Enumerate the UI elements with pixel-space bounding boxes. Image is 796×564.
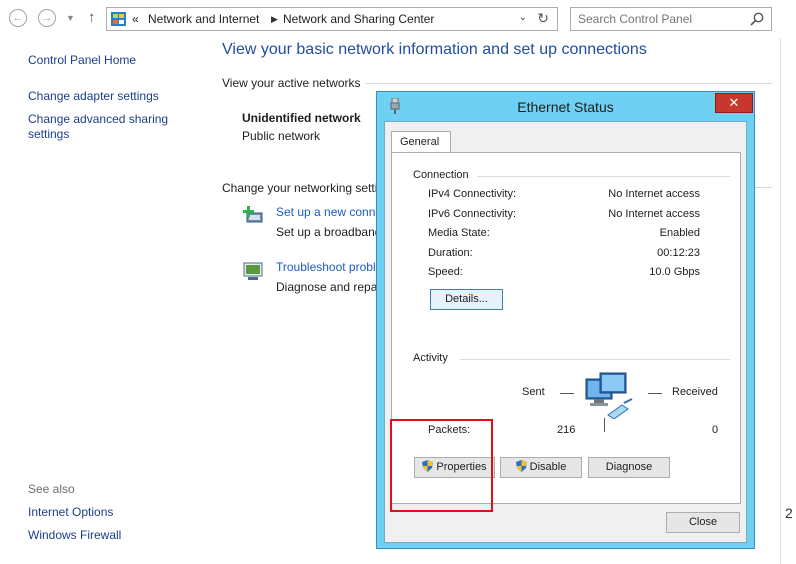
disable-button-label: Disable bbox=[529, 461, 567, 473]
control-panel-window: ← → ▼ ↑ « Network and Internet ▶ Network… bbox=[0, 0, 796, 564]
activity-separator bbox=[604, 418, 605, 432]
activity-group-line bbox=[460, 359, 730, 360]
breadcrumb-overflow-chevron[interactable]: « bbox=[132, 12, 139, 26]
troubleshoot-icon[interactable] bbox=[242, 260, 264, 282]
media-state-value: Enabled bbox=[659, 227, 700, 239]
search-box[interactable] bbox=[570, 7, 772, 31]
activity-group-label: Activity bbox=[413, 352, 448, 364]
up-button[interactable]: ↑ bbox=[88, 9, 96, 27]
disable-button[interactable]: Disable bbox=[500, 457, 582, 478]
address-dropdown-icon[interactable]: ⌄ bbox=[519, 12, 527, 23]
control-panel-icon bbox=[111, 12, 126, 26]
troubleshoot-problems-link[interactable]: Troubleshoot probl bbox=[276, 260, 376, 274]
change-adapter-settings-link[interactable]: Change adapter settings bbox=[28, 89, 159, 104]
ipv6-connectivity-value: No Internet access bbox=[608, 208, 700, 220]
control-panel-home-link[interactable]: Control Panel Home bbox=[28, 53, 136, 68]
connection-group-label: Connection bbox=[413, 169, 469, 181]
new-connection-icon[interactable] bbox=[242, 204, 264, 226]
navigation-bar: ← → ▼ ↑ « Network and Internet ▶ Network… bbox=[0, 0, 796, 38]
speed-label: Speed: bbox=[428, 266, 463, 278]
received-dash bbox=[648, 393, 662, 394]
speed-value: 10.0 Gbps bbox=[649, 266, 700, 278]
uac-shield-icon bbox=[515, 460, 527, 472]
background-edge-text: 2 bbox=[785, 505, 793, 521]
address-bar[interactable]: « Network and Internet ▶ Network and Sha… bbox=[106, 7, 558, 31]
duration-label: Duration: bbox=[428, 247, 473, 259]
search-input[interactable] bbox=[571, 8, 741, 30]
forward-button[interactable]: → bbox=[38, 9, 56, 27]
section-divider bbox=[366, 83, 772, 84]
tab-general[interactable]: General bbox=[391, 131, 451, 153]
highlight-box bbox=[390, 419, 493, 512]
details-button[interactable]: Details... bbox=[430, 289, 503, 310]
ipv6-connectivity-label: IPv6 Connectivity: bbox=[428, 208, 517, 220]
diagnose-button[interactable]: Diagnose bbox=[588, 457, 670, 478]
windows-firewall-link[interactable]: Windows Firewall bbox=[28, 528, 121, 543]
breadcrumb-network-and-internet[interactable]: Network and Internet bbox=[148, 12, 259, 26]
close-icon[interactable]: ✕ bbox=[715, 93, 753, 113]
search-icon[interactable] bbox=[749, 11, 765, 27]
breadcrumb-network-and-sharing-center[interactable]: Network and Sharing Center bbox=[283, 12, 434, 26]
active-networks-heading: View your active networks bbox=[222, 76, 361, 90]
packets-sent-value: 216 bbox=[557, 424, 576, 436]
window-right-edge bbox=[780, 38, 796, 564]
network-name: Unidentified network bbox=[242, 111, 361, 125]
ipv4-connectivity-value: No Internet access bbox=[608, 188, 700, 200]
see-also-heading: See also bbox=[28, 482, 75, 496]
set-up-new-connection-link[interactable]: Set up a new conne bbox=[276, 205, 382, 219]
set-up-new-connection-description: Set up a broadband bbox=[276, 225, 382, 239]
recent-pages-chevron-icon[interactable]: ▼ bbox=[66, 9, 75, 27]
page-title: View your basic network information and … bbox=[222, 41, 647, 58]
back-button[interactable]: ← bbox=[9, 9, 27, 27]
dialog-title-bar[interactable]: Ethernet Status ✕ bbox=[377, 92, 754, 120]
sent-label: Sent bbox=[522, 386, 545, 398]
network-type: Public network bbox=[242, 129, 321, 143]
change-networking-heading: Change your networking setti bbox=[222, 181, 378, 195]
duration-value: 00:12:23 bbox=[657, 247, 700, 259]
change-advanced-sharing-link[interactable]: Change advanced sharing bbox=[28, 112, 168, 127]
troubleshoot-problems-description: Diagnose and repai bbox=[276, 280, 381, 294]
connection-group-line bbox=[477, 176, 730, 177]
refresh-icon[interactable]: ↻ bbox=[537, 10, 549, 27]
breadcrumb-separator-icon[interactable]: ▶ bbox=[271, 14, 278, 25]
ipv4-connectivity-label: IPv4 Connectivity: bbox=[428, 188, 517, 200]
sent-dash bbox=[560, 393, 574, 394]
change-advanced-sharing-link-line2[interactable]: settings bbox=[28, 127, 69, 142]
media-state-label: Media State: bbox=[428, 227, 490, 239]
network-computers-icon bbox=[585, 372, 633, 419]
received-label: Received bbox=[672, 386, 718, 398]
close-button[interactable]: Close bbox=[666, 512, 740, 533]
internet-options-link[interactable]: Internet Options bbox=[28, 505, 113, 520]
dialog-title: Ethernet Status bbox=[517, 99, 614, 115]
packets-received-value: 0 bbox=[712, 424, 719, 436]
